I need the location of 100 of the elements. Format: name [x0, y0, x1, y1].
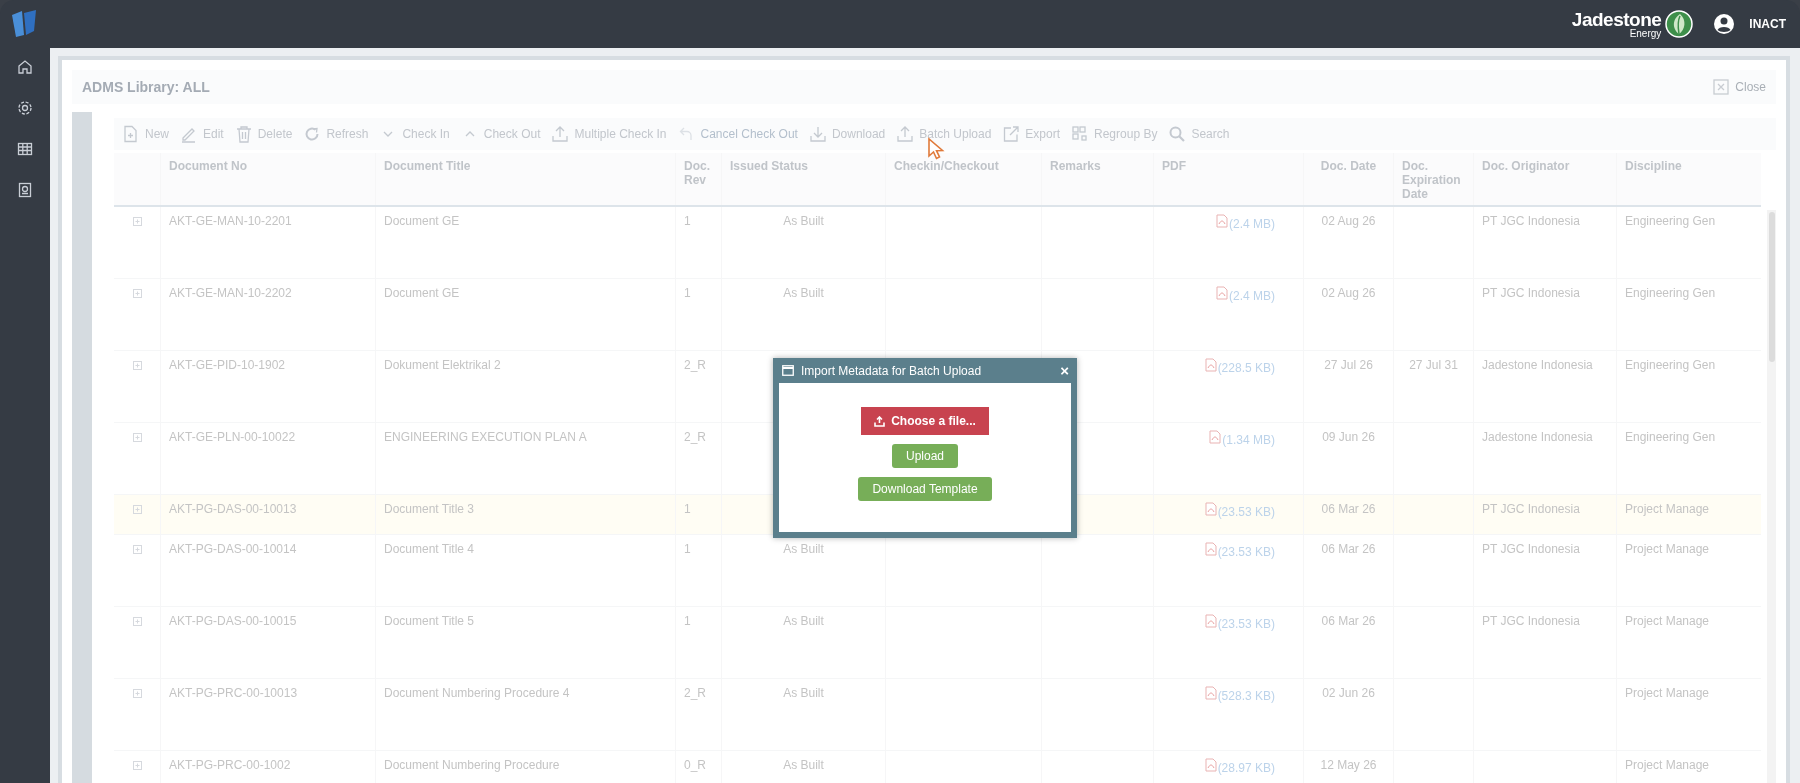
table-cell: ENGINEERING EXECUTION PLAN A: [384, 430, 587, 444]
table-cell: 1: [684, 542, 691, 556]
file-size-link[interactable]: (2.4 MB): [1229, 217, 1275, 231]
toolbar-button[interactable]: Export: [1002, 125, 1061, 143]
settings-icon[interactable]: [16, 99, 34, 117]
toolbar-button[interactable]: Search: [1168, 125, 1230, 143]
scrollbar-thumb[interactable]: [1768, 212, 1775, 362]
table-cell: PT JGC Indonesia: [1482, 502, 1580, 516]
expand-icon[interactable]: [132, 433, 142, 442]
user-avatar-icon[interactable]: [1713, 13, 1736, 35]
window-icon: [782, 365, 794, 376]
user-name[interactable]: INACT: [1749, 17, 1786, 31]
pdf-file-icon: [1204, 358, 1217, 372]
choose-file-button[interactable]: Choose a file...: [861, 407, 989, 435]
expand-icon[interactable]: [132, 545, 142, 554]
file-size-link[interactable]: (23.53 KB): [1217, 505, 1275, 519]
export-icon: [1002, 125, 1021, 143]
file-size-link[interactable]: (23.53 KB): [1217, 545, 1275, 559]
pdf-file-icon: [1204, 502, 1217, 516]
table-cell: 2_R: [684, 430, 706, 444]
dialog-button[interactable]: Upload: [892, 444, 958, 468]
column-header[interactable]: Doc. Rev: [676, 153, 722, 205]
expand-icon[interactable]: [132, 761, 142, 770]
upload-icon: [896, 125, 915, 143]
scrollbar[interactable]: [1767, 210, 1776, 783]
table-cell: Engineering Gen: [1625, 430, 1716, 444]
table-row[interactable]: AKT-PG-PRC-00-1002 Document Numbering Procedure 0_R As Built (28.97 KB) 12 May 26 Project Manage: [114, 751, 1761, 783]
table-cell: 2_R: [684, 686, 706, 700]
table-row[interactable]: AKT-PG-PRC-00-10013 Document Numbering Procedure 4 2_R As Built (528.3 KB) 02 Jun 26 Project Manage: [114, 679, 1761, 751]
table-cell: AKT-GE-PID-10-1902: [169, 358, 286, 372]
column-header[interactable]: Issued Status: [722, 153, 886, 205]
column-header[interactable]: Doc. Expiration Date: [1394, 153, 1474, 205]
expand-icon[interactable]: [132, 217, 142, 226]
table-cell: AKT-PG-PRC-00-10013: [169, 686, 298, 700]
expand-icon[interactable]: [132, 617, 142, 626]
file-size-link[interactable]: (228.5 KB): [1217, 361, 1275, 375]
file-size-link[interactable]: (528.3 KB): [1217, 689, 1275, 703]
table-cell: 09 Jun 26: [1322, 430, 1375, 444]
upload-icon: [874, 415, 886, 427]
table-cell: Document Numbering Procedure 4: [384, 686, 570, 700]
column-header[interactable]: Doc. Originator: [1474, 153, 1617, 205]
pdf-file-icon: [1209, 430, 1222, 444]
toolbar-button[interactable]: Edit: [180, 125, 224, 143]
table-cell: Document Title 5: [384, 614, 475, 628]
toolbar-button[interactable]: Delete: [234, 125, 293, 143]
table-cell: As Built: [783, 542, 824, 556]
column-header[interactable]: PDF: [1154, 153, 1304, 205]
search-icon: [1168, 125, 1187, 143]
report-icon[interactable]: [16, 181, 34, 199]
dialog-button[interactable]: Download Template: [858, 477, 992, 501]
table-cell: 1: [684, 286, 691, 300]
table-cell: 02 Jun 26: [1322, 686, 1375, 700]
pdf-file-icon: [1216, 286, 1228, 300]
app-logo-icon[interactable]: [10, 9, 38, 39]
toolbar-button[interactable]: Regroup By: [1071, 125, 1158, 143]
toolbar-button[interactable]: New: [122, 125, 169, 143]
trash-icon: [234, 125, 253, 143]
table-cell: 1: [684, 502, 691, 516]
table-row[interactable]: AKT-GE-MAN-10-2201 Document GE 1 As Built (2.4 MB) 02 Aug 26 PT JGC Indonesia Engineering Gen: [114, 207, 1761, 279]
file-size-link[interactable]: (1.34 MB): [1222, 433, 1275, 447]
close-button[interactable]: Close: [1713, 79, 1766, 95]
toolbar-button[interactable]: Refresh: [303, 125, 369, 143]
expand-icon[interactable]: [132, 361, 142, 370]
grid-icon[interactable]: [16, 140, 34, 158]
close-button[interactable]: ×: [1060, 362, 1069, 379]
expand-icon[interactable]: [132, 289, 142, 298]
table-row[interactable]: AKT-GE-MAN-10-2202 Document GE 1 As Built (2.4 MB) 02 Aug 26 PT JGC Indonesia Engineering Gen: [114, 279, 1761, 351]
file-size-link[interactable]: (2.4 MB): [1229, 289, 1275, 303]
table-cell: Engineering Gen: [1625, 286, 1716, 300]
toolbar-button[interactable]: Download: [808, 125, 886, 143]
table-cell: Project Manage: [1625, 614, 1710, 628]
table-cell: AKT-PG-DAS-00-10014: [169, 542, 297, 556]
column-header[interactable]: Doc. Date: [1304, 153, 1394, 205]
pdf-file-icon: [1204, 614, 1217, 628]
table-cell: Engineering Gen: [1625, 358, 1716, 372]
toolbar-button[interactable]: Check Out: [460, 125, 541, 143]
table-cell: PT JGC Indonesia: [1482, 542, 1580, 556]
column-header[interactable]: Document No: [161, 153, 376, 205]
table-cell: 2_R: [684, 358, 706, 372]
expand-icon[interactable]: [132, 505, 142, 514]
table-row[interactable]: AKT-PG-DAS-00-10015 Document Title 5 1 As Built (23.53 KB) 06 Mar 26 PT JGC Indonesia Project Manage: [114, 607, 1761, 679]
table-cell: Document GE: [384, 214, 460, 228]
column-header[interactable]: Discipline: [1617, 153, 1751, 205]
regroup-icon: [1071, 125, 1090, 143]
close-icon: [1713, 79, 1730, 95]
expand-icon[interactable]: [132, 689, 142, 698]
table-cell: 06 Mar 26: [1321, 502, 1376, 516]
file-size-link[interactable]: (28.97 KB): [1217, 761, 1275, 775]
file-size-link[interactable]: (23.53 KB): [1217, 617, 1275, 631]
table-cell: 0_R: [684, 758, 706, 772]
table-cell: Project Manage: [1625, 758, 1710, 772]
home-icon[interactable]: [16, 58, 34, 76]
table-cell: Jadestone Indonesia: [1482, 430, 1593, 444]
table-cell: Document Title 4: [384, 542, 475, 556]
column-header[interactable]: Remarks: [1042, 153, 1154, 205]
toolbar-button[interactable]: Batch Upload: [896, 125, 992, 143]
toolbar-button[interactable]: Check In: [379, 125, 450, 143]
column-header[interactable]: Checkin/Checkout: [886, 153, 1042, 205]
table-cell: 06 Mar 26: [1321, 542, 1376, 556]
column-header[interactable]: Document Title: [376, 153, 676, 205]
